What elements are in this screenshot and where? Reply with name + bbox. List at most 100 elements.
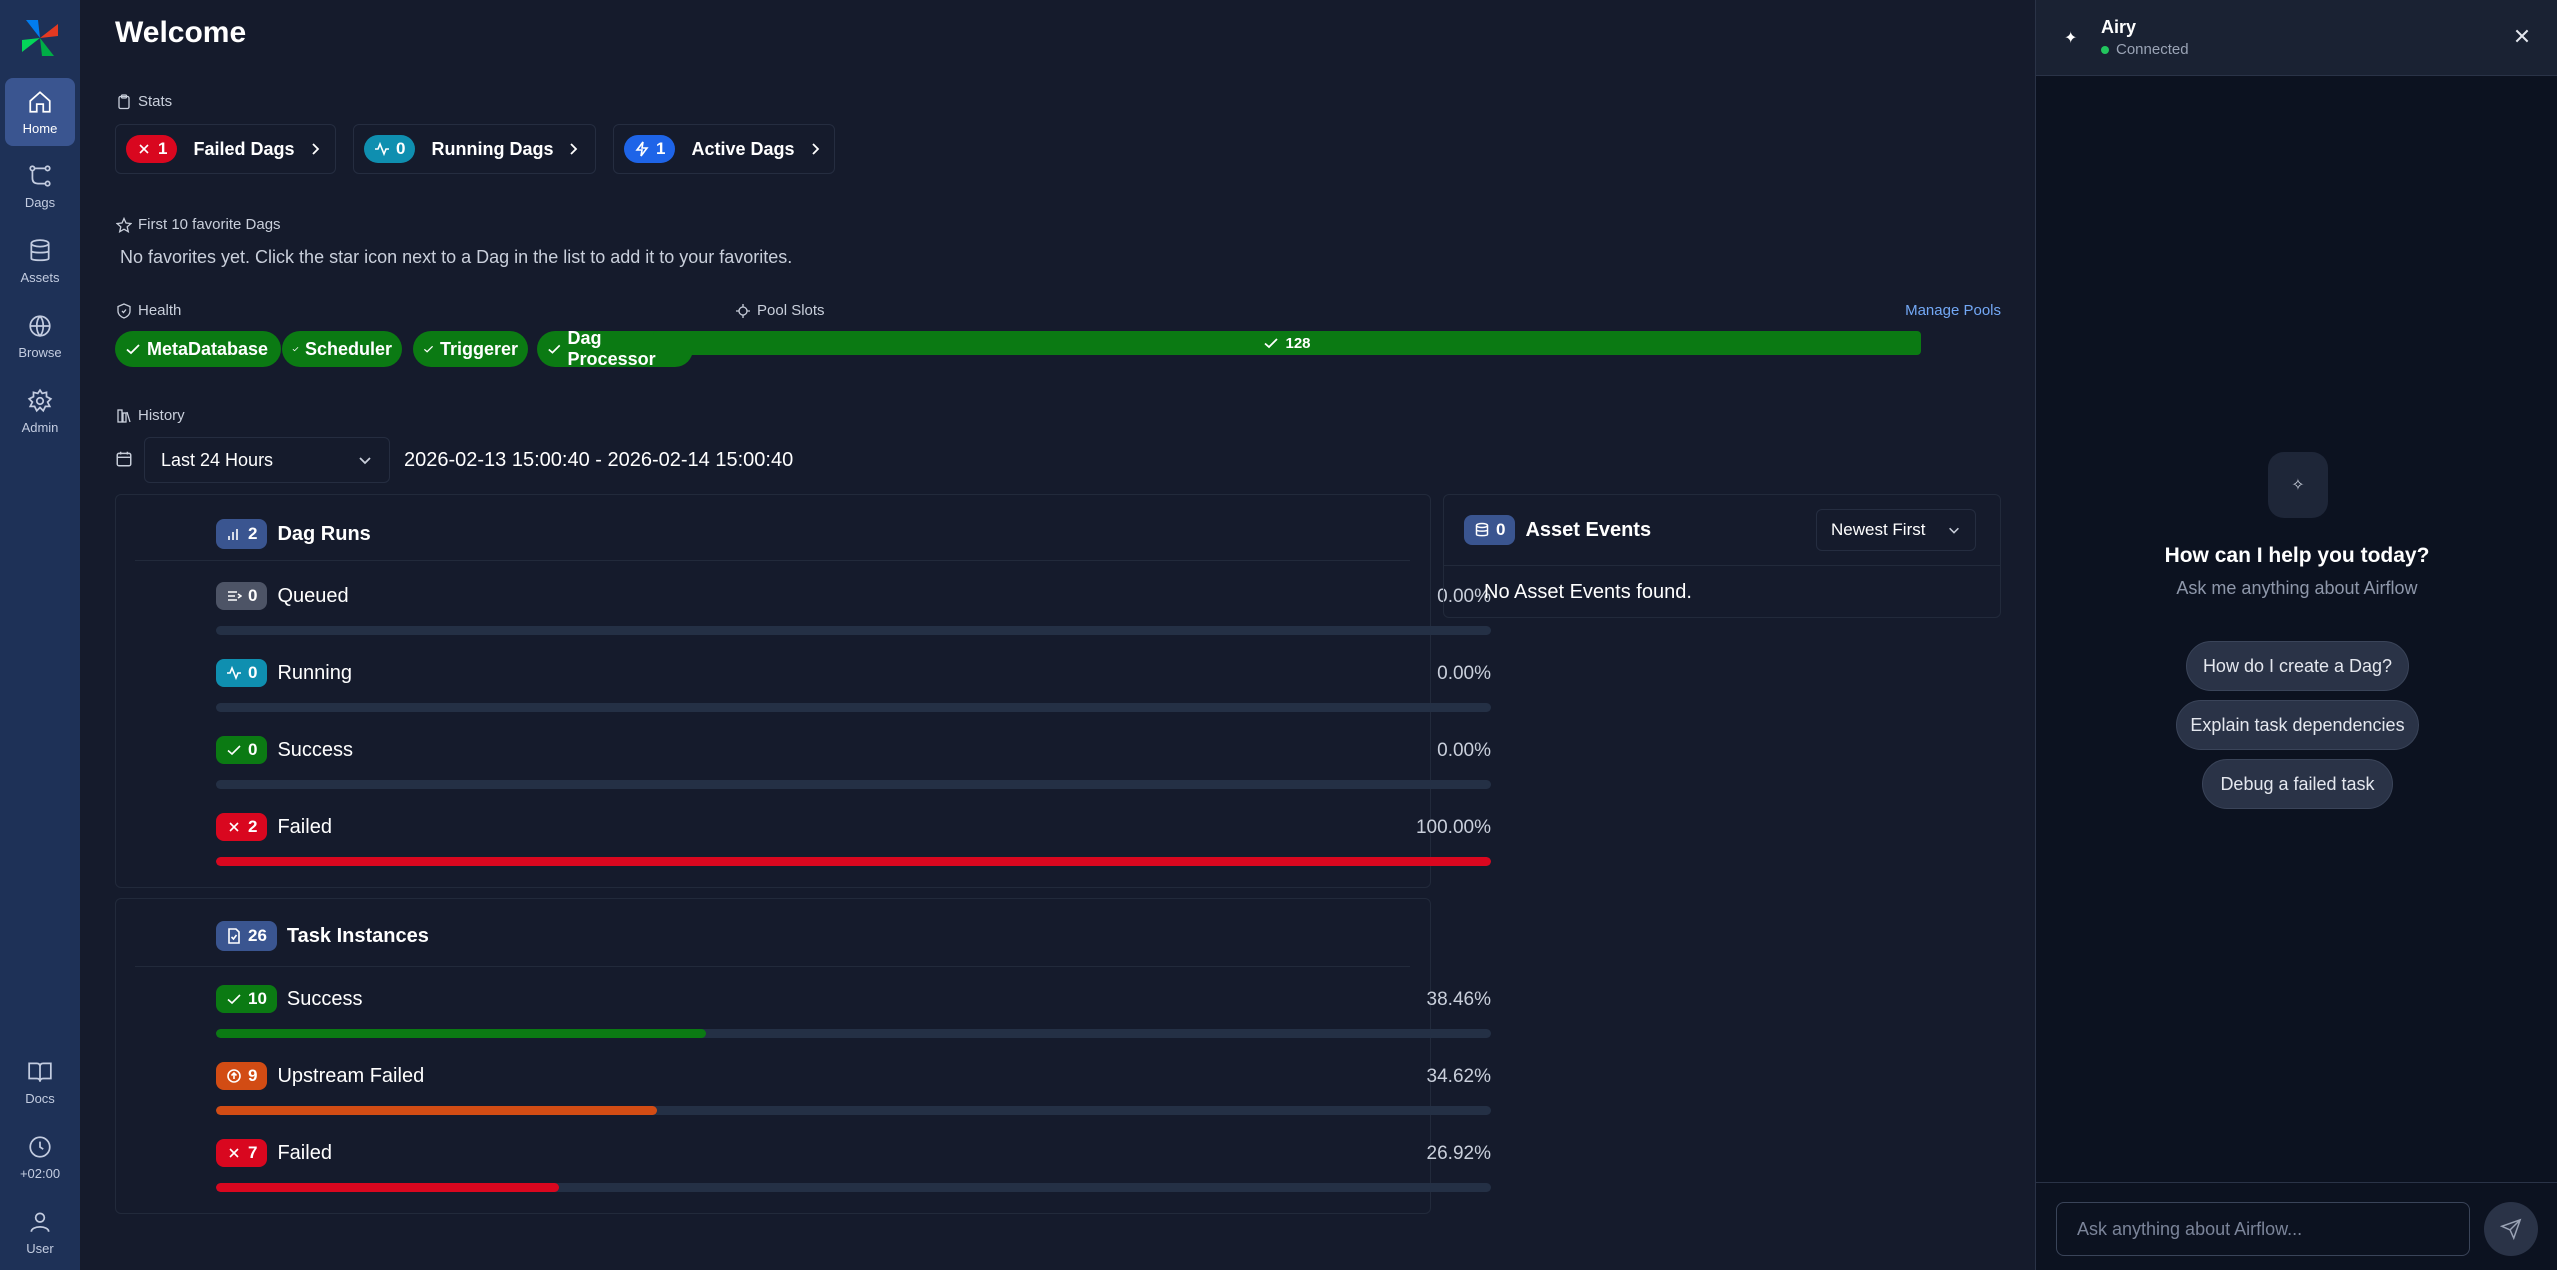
- dag-runs-queued-count: 0: [248, 586, 258, 605]
- gear-icon: [27, 388, 53, 412]
- home-icon: [29, 90, 51, 113]
- failed-dags-button[interactable]: 1 Failed Dags: [115, 124, 336, 174]
- database-icon: [30, 238, 50, 261]
- suggestion-debug-failed-task[interactable]: Debug a failed task: [2202, 759, 2393, 809]
- database-icon: [1475, 522, 1489, 537]
- nav-timezone[interactable]: +02:00: [5, 1123, 75, 1191]
- assistant-sparkle-icon: ✧: [2268, 452, 2328, 518]
- chat-bot-name: Airy: [2101, 17, 2137, 37]
- divider: [135, 560, 1410, 561]
- send-button[interactable]: [2484, 1202, 2538, 1256]
- nav-admin[interactable]: Admin: [5, 377, 75, 445]
- task-instances-upstream-failed-progress-fill: [216, 1106, 658, 1115]
- dag-runs-failed-percent: 100.00%: [1415, 817, 1491, 838]
- asset-events-count-badge: 0: [1464, 515, 1516, 545]
- task-instances-upstream-failed-count: 9: [248, 1066, 258, 1085]
- dag-runs-queued-badge: 0: [216, 582, 268, 610]
- upstream-failed-icon: [227, 1069, 241, 1083]
- health-triggerer-label: Triggerer: [439, 338, 518, 359]
- chat-input[interactable]: [2056, 1202, 2470, 1256]
- check-icon: [227, 994, 241, 1005]
- nav-user[interactable]: User: [5, 1198, 75, 1266]
- x-icon: [229, 822, 239, 832]
- health-metadatabase: MetaDatabase: [115, 331, 281, 367]
- nav-docs[interactable]: Docs: [5, 1048, 75, 1116]
- page-title: Welcome: [115, 16, 247, 49]
- dag-runs-failed-name: Failed: [277, 815, 332, 838]
- chat-prompt-title: How can I help you today?: [2164, 544, 2430, 567]
- stats-section-label: Stats: [116, 93, 172, 110]
- dag-runs-running-badge: 0: [216, 659, 268, 687]
- clock-icon: [29, 1135, 51, 1158]
- dag-runs-queued-progress-track: [216, 626, 1491, 635]
- dags-icon: [29, 164, 51, 187]
- divider: [2036, 1182, 2557, 1183]
- check-icon: [126, 344, 140, 355]
- dag-runs-running-label: 0 Running: [216, 659, 352, 687]
- chevron-right-icon: [311, 143, 319, 155]
- running-dags-button[interactable]: 0 Running Dags: [353, 124, 596, 174]
- pool-slots-bar[interactable]: 128: [653, 331, 1921, 355]
- clipboard-icon: [118, 93, 130, 109]
- dag-runs-count-badge: 2: [216, 519, 268, 549]
- airflow-logo-icon[interactable]: [18, 16, 62, 60]
- stats-label: Stats: [138, 93, 173, 110]
- asset-events-sort-select[interactable]: Newest First: [1816, 509, 1976, 551]
- task-instances-success-percent: 38.46%: [1426, 989, 1491, 1010]
- nav-assets-label: Assets: [20, 269, 60, 285]
- nav-browse[interactable]: Browse: [5, 302, 75, 370]
- asset-events-empty-text: No Asset Events found.: [1484, 581, 1692, 603]
- time-range-text: 2026-02-13 15:00:40 - 2026-02-14 15:00:4…: [404, 449, 794, 471]
- time-range-select[interactable]: Last 24 Hours: [144, 437, 390, 483]
- dag-runs-failed-progress-track: [216, 857, 1491, 866]
- task-instances-failed-percent: 26.92%: [1426, 1143, 1491, 1164]
- dag-runs-failed-count: 2: [248, 817, 258, 836]
- close-icon[interactable]: [2513, 27, 2531, 45]
- nav-assets[interactable]: Assets: [5, 227, 75, 295]
- x-icon: [229, 1148, 239, 1158]
- health-scheduler-label: Scheduler: [304, 338, 392, 359]
- active-dags-badge: 1: [624, 135, 676, 163]
- sidebar-nav: Home Dags Assets Browse Admin Docs +02:0…: [0, 0, 80, 1270]
- task-instances-failed-badge: 7: [216, 1139, 268, 1167]
- dag-runs-queued-name: Queued: [277, 584, 349, 607]
- globe-icon: [29, 314, 51, 337]
- asset-events-header: 0 Asset Events: [1464, 515, 1651, 545]
- failed-dags-badge: 1: [126, 135, 178, 163]
- divider: [1444, 565, 2000, 566]
- check-icon: [1264, 338, 1279, 349]
- check-icon: [227, 745, 241, 756]
- task-instances-failed-progress-fill: [216, 1183, 560, 1192]
- pool-label: Pool Slots: [757, 302, 825, 319]
- chat-status: Connected: [2101, 41, 2189, 58]
- task-instances-title: Task Instances: [286, 924, 429, 947]
- status-dot-icon: [2101, 45, 2109, 54]
- activity-icon: [227, 665, 241, 681]
- task-instances-failed-label: 7 Failed: [216, 1139, 332, 1167]
- health-section-label: Health: [116, 302, 181, 319]
- dag-runs-running-name: Running: [277, 661, 352, 684]
- suggestion-task-dependencies[interactable]: Explain task dependencies: [2176, 700, 2419, 750]
- sparkle-icon: ✦: [2064, 30, 2078, 47]
- activity-icon: [375, 141, 389, 157]
- dag-runs-success-badge: 0: [216, 736, 268, 764]
- health-triggerer: Triggerer: [413, 331, 528, 367]
- asset-events-card: 0 Asset Events Newest First No Asset Eve…: [1443, 494, 2001, 618]
- nav-dags[interactable]: Dags: [5, 152, 75, 220]
- nav-home-label: Home: [22, 120, 58, 136]
- divider: [135, 966, 1410, 967]
- dag-runs-running-percent: 0.00%: [1437, 663, 1491, 684]
- active-dags-count: 1: [656, 139, 666, 158]
- nav-home[interactable]: Home: [5, 78, 75, 146]
- nav-docs-label: Docs: [25, 1090, 55, 1106]
- suggestion-create-dag[interactable]: How do I create a Dag?: [2186, 641, 2409, 691]
- task-instances-count: 26: [248, 926, 267, 945]
- dag-runs-success-percent: 0.00%: [1437, 740, 1491, 761]
- file-check-icon: [228, 928, 240, 944]
- queue-icon: [228, 591, 242, 601]
- manage-pools-link[interactable]: Manage Pools: [1905, 302, 2001, 319]
- running-dags-label: Running Dags: [431, 138, 554, 159]
- history-label: History: [138, 407, 185, 424]
- time-range-value: Last 24 Hours: [161, 449, 274, 470]
- active-dags-button[interactable]: 1 Active Dags: [613, 124, 835, 174]
